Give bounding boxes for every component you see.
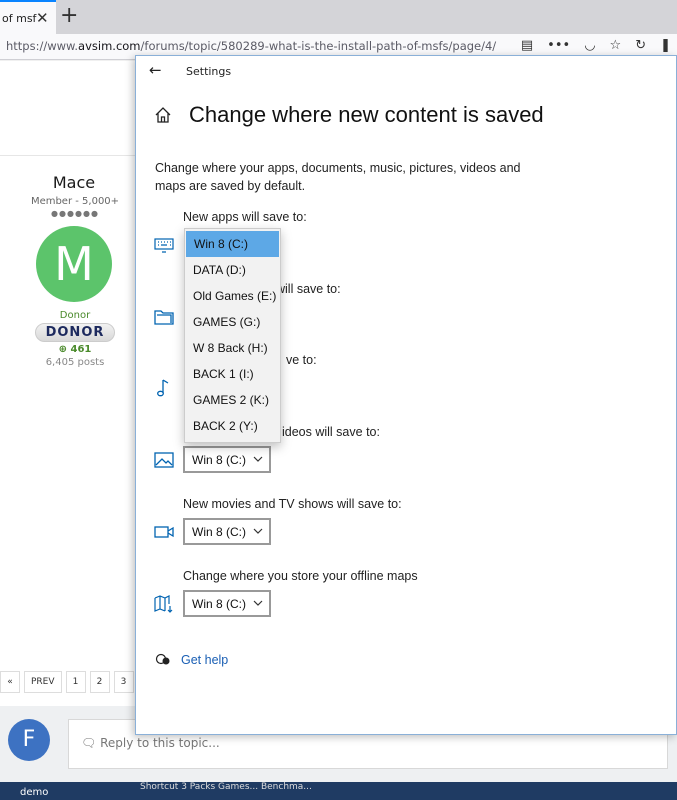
url-toolbar: ▤ ••• ◡ ☆ ↻ ❚ <box>521 38 671 53</box>
get-help-link[interactable]: Get help <box>181 653 228 667</box>
pagination: « PREV 1 2 3 <box>0 671 158 693</box>
taskbar-label[interactable]: demo <box>20 787 48 798</box>
url-prefix: https://www. <box>6 39 79 53</box>
page-1-button[interactable]: 1 <box>65 671 86 693</box>
dropdown-option-e[interactable]: Old Games (E:) <box>185 283 280 309</box>
prev-page-button[interactable]: PREV <box>24 671 62 693</box>
chevron-down-icon <box>253 600 263 606</box>
close-icon[interactable]: ✕ <box>36 9 49 27</box>
documents-label: will save to: <box>276 282 341 296</box>
dropdown-option-g[interactable]: GAMES (G:) <box>185 309 280 335</box>
donor-badge: DONOR <box>34 323 116 342</box>
map-download-icon <box>154 595 173 613</box>
offline-maps-select[interactable]: Win 8 (C:) <box>183 590 271 617</box>
reload-icon[interactable]: ↻ <box>635 38 646 53</box>
forum-top-block <box>0 61 140 156</box>
home-icon[interactable] <box>154 106 172 124</box>
dropdown-option-c[interactable]: Win 8 (C:) <box>186 231 279 257</box>
page-3-button[interactable]: 3 <box>113 671 134 693</box>
url-text[interactable]: https://www.avsim.com/forums/topic/58028… <box>6 39 496 53</box>
chevron-down-icon <box>253 456 263 462</box>
chevron-down-icon <box>253 528 263 534</box>
author-title: Member - 5,000+ <box>30 196 120 207</box>
url-path: /forums/topic/580289-what-is-the-install… <box>140 39 497 53</box>
author-group: Donor <box>59 310 91 321</box>
browser-tab[interactable]: of msf ✕ <box>0 0 56 34</box>
chat-help-icon <box>155 653 170 665</box>
picture-icon <box>154 452 174 468</box>
user-avatar[interactable]: F <box>8 719 50 761</box>
avatar[interactable]: M <box>36 226 112 302</box>
author-name[interactable]: Mace <box>0 173 150 192</box>
music-label: ve to: <box>286 353 317 367</box>
new-tab-icon[interactable]: + <box>60 3 78 28</box>
page-title: Change where new content is saved <box>189 102 544 127</box>
taskbar: demo Shortcut 3 Packs Games... Benchma..… <box>0 782 677 800</box>
plus-icon: ⊕ <box>58 344 71 355</box>
page-2-button[interactable]: 2 <box>89 671 110 693</box>
offline-maps-label: Change where you store your offline maps <box>183 569 418 583</box>
back-arrow-icon[interactable]: ← <box>149 61 162 79</box>
bookmark-star-icon[interactable]: ☆ <box>610 38 622 53</box>
photos-videos-value: Win 8 (C:) <box>192 453 246 467</box>
tab-title: of msf <box>2 12 37 25</box>
taskbar-items[interactable]: Shortcut 3 Packs Games... Benchma... <box>140 782 312 792</box>
folder-icon <box>154 310 174 325</box>
reply-placeholder: Reply to this topic... <box>100 736 220 750</box>
page-menu-icon[interactable]: ❚ <box>660 38 671 53</box>
post-count: 6,405 posts <box>45 357 105 368</box>
reputation-count: ⊕ 461 <box>0 344 150 355</box>
photos-videos-select[interactable]: Win 8 (C:) <box>183 446 271 473</box>
url-host: avsim.com <box>78 39 141 53</box>
dropdown-option-d[interactable]: DATA (D:) <box>185 257 280 283</box>
video-camera-icon <box>154 526 174 538</box>
music-note-icon <box>157 379 169 397</box>
movies-tv-select[interactable]: Win 8 (C:) <box>183 518 271 545</box>
settings-window: ← Settings Change where new content is s… <box>135 55 677 735</box>
dropdown-option-i[interactable]: BACK 1 (I:) <box>185 361 280 387</box>
page-description: Change where your apps, documents, music… <box>155 161 521 193</box>
dropdown-option-k[interactable]: GAMES 2 (K:) <box>185 387 280 413</box>
apps-drive-dropdown[interactable]: Win 8 (C:) DATA (D:) Old Games (E:) GAME… <box>184 228 281 443</box>
photos-videos-label: ideos will save to: <box>282 425 380 439</box>
apps-label: New apps will save to: <box>183 210 307 224</box>
speech-bubble-icon: 🗨 <box>81 736 101 750</box>
dropdown-option-h[interactable]: W 8 Back (H:) <box>185 335 280 361</box>
reader-view-icon[interactable]: ▤ <box>521 38 533 53</box>
movies-tv-value: Win 8 (C:) <box>192 525 246 539</box>
title-bar: ← Settings <box>136 56 676 86</box>
keyboard-icon <box>154 238 174 253</box>
dropdown-option-y[interactable]: BACK 2 (Y:) <box>185 413 280 439</box>
rank-pips: ●●●●●● <box>51 209 99 218</box>
window-title: Settings <box>186 65 232 78</box>
tab-strip: of msf ✕ + <box>0 0 677 34</box>
first-page-button[interactable]: « <box>0 671 20 693</box>
author-panel: Mace Member - 5,000+ ●●●●●● M Donor DONO… <box>0 173 150 368</box>
movies-tv-label: New movies and TV shows will save to: <box>183 497 402 511</box>
reputation-value: 461 <box>70 344 92 355</box>
offline-maps-value: Win 8 (C:) <box>192 597 246 611</box>
pocket-icon[interactable]: ◡ <box>584 38 595 53</box>
more-icon[interactable]: ••• <box>547 38 570 53</box>
